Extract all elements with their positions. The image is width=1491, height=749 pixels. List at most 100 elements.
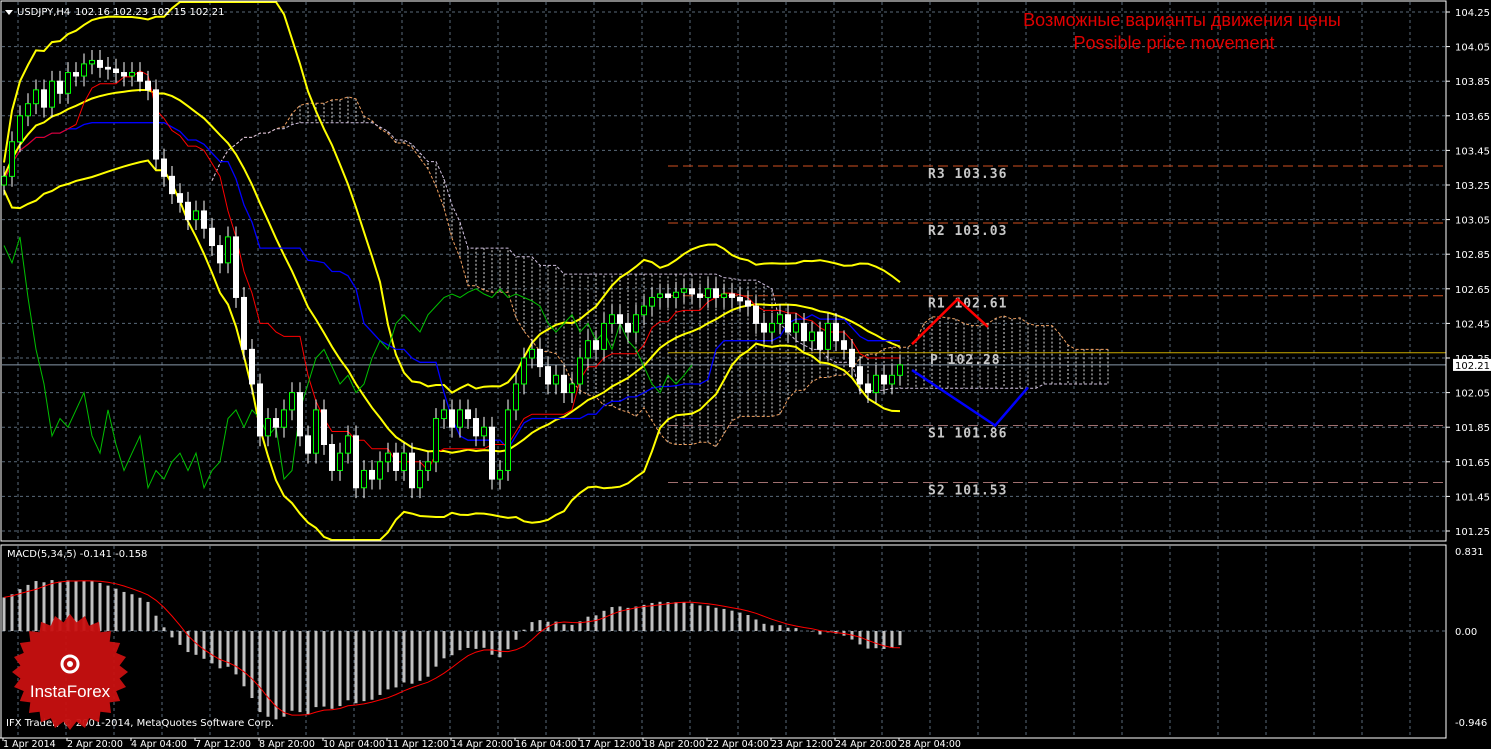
macd-bar (778, 625, 782, 631)
macd-bar (714, 607, 718, 631)
y-tick-label: 102.65 (1455, 285, 1490, 296)
pivot-label: S2 101.53 (928, 484, 1007, 499)
x-tick-label: 17 Apr 12:00 (579, 739, 641, 749)
y-tick-label: 101.85 (1455, 423, 1490, 434)
candle-body (569, 383, 575, 394)
candle-body (481, 426, 487, 437)
candle-body (537, 348, 543, 368)
candle-body (785, 314, 791, 333)
macd-panel-frame (0, 544, 1447, 739)
x-tick-label: 16 Apr 04:00 (515, 739, 577, 749)
macd-bar (530, 622, 534, 631)
macd-bar (346, 631, 350, 701)
candle-body (665, 293, 671, 298)
candle-body (217, 245, 223, 264)
candle-body (161, 158, 167, 177)
candle-body (521, 357, 527, 385)
candle-body (593, 340, 599, 350)
candle-body (273, 418, 279, 428)
candle-body (233, 236, 239, 298)
y-tick-label: 101.45 (1455, 492, 1490, 503)
candle-body (721, 293, 727, 298)
macd-bar (450, 631, 454, 656)
x-tick-label: 7 Apr 12:00 (195, 739, 251, 749)
x-tick-label: 18 Apr 20:00 (643, 739, 705, 749)
candle-body (353, 435, 359, 489)
candle-body (753, 305, 759, 324)
macd-panel (2, 580, 902, 720)
ichimoku-cloud (211, 96, 1109, 448)
macd-bar (18, 589, 22, 631)
macd-bar (202, 631, 206, 659)
macd-bar (506, 631, 510, 650)
candle-body (249, 348, 255, 385)
title-ru: Возможные варианты движения цены (1023, 10, 1341, 30)
candle-body (601, 322, 607, 350)
chart-canvas[interactable]: R3 103.36R2 103.03R1 102.61P 102.28S1 10… (0, 0, 1491, 749)
macd-bar (602, 610, 606, 631)
macd-bar (2, 597, 6, 631)
candle-body (129, 72, 135, 77)
macd-bar (218, 631, 222, 669)
candle-body (881, 374, 887, 385)
candle-body (609, 314, 615, 324)
macd-bar (234, 631, 238, 675)
x-tick-label: 24 Apr 20:00 (835, 739, 897, 749)
candle-body (577, 357, 583, 385)
macd-bar (594, 615, 598, 631)
macd-bar (474, 631, 478, 649)
candle-body (305, 435, 311, 454)
macd-bar (130, 594, 134, 631)
candle-body (529, 348, 535, 359)
candle-body (441, 409, 447, 420)
candle-body (561, 374, 567, 394)
macd-bar (354, 631, 358, 704)
macd-bar (434, 631, 438, 667)
macd-bar (610, 607, 614, 631)
pivot-label: P 102.28 (930, 353, 1001, 368)
macd-bar (738, 612, 742, 631)
macd-bar (122, 591, 126, 631)
macd-bar (370, 631, 374, 700)
candle-body (209, 227, 215, 247)
candle-body (681, 288, 687, 293)
macd-bar (266, 631, 270, 717)
candle-body (889, 374, 895, 385)
collapse-triangle-icon[interactable] (5, 10, 13, 15)
macd-bar (674, 602, 678, 631)
candle-body (201, 210, 207, 229)
candle-body (361, 469, 367, 489)
x-tick-label: 22 Apr 04:00 (707, 739, 769, 749)
macd-bar (570, 624, 574, 631)
macd-bar (634, 606, 638, 631)
candle-body (265, 418, 271, 437)
macd-bar (106, 585, 110, 631)
candle-body (585, 340, 591, 359)
x-tick-label: 4 Apr 04:00 (131, 739, 187, 749)
instaforex-logo: InstaForex (12, 614, 128, 730)
candle-body (145, 80, 151, 91)
macd-bar (818, 631, 822, 635)
candle-body (473, 418, 479, 437)
macd-bar (386, 631, 390, 690)
candle-body (73, 72, 79, 77)
macd-bar (770, 625, 774, 631)
macd-bar (154, 615, 158, 631)
macd-bar (146, 601, 150, 631)
candle-body (505, 409, 511, 471)
candle-body (841, 340, 847, 350)
candle-body (97, 59, 103, 68)
candle-body (657, 293, 663, 298)
candle-body (257, 383, 263, 437)
candle-body (121, 72, 127, 77)
macd-bar (538, 620, 542, 631)
macd-bar (754, 619, 758, 631)
macd-bar (466, 631, 470, 648)
x-tick-label: 1 Apr 2014 (3, 739, 56, 749)
macd-bar (298, 631, 302, 713)
candle-body (801, 322, 807, 342)
candle-body (793, 322, 799, 333)
macd-bar (314, 631, 318, 708)
macd-bar (650, 602, 654, 631)
macd-bar (306, 631, 310, 715)
